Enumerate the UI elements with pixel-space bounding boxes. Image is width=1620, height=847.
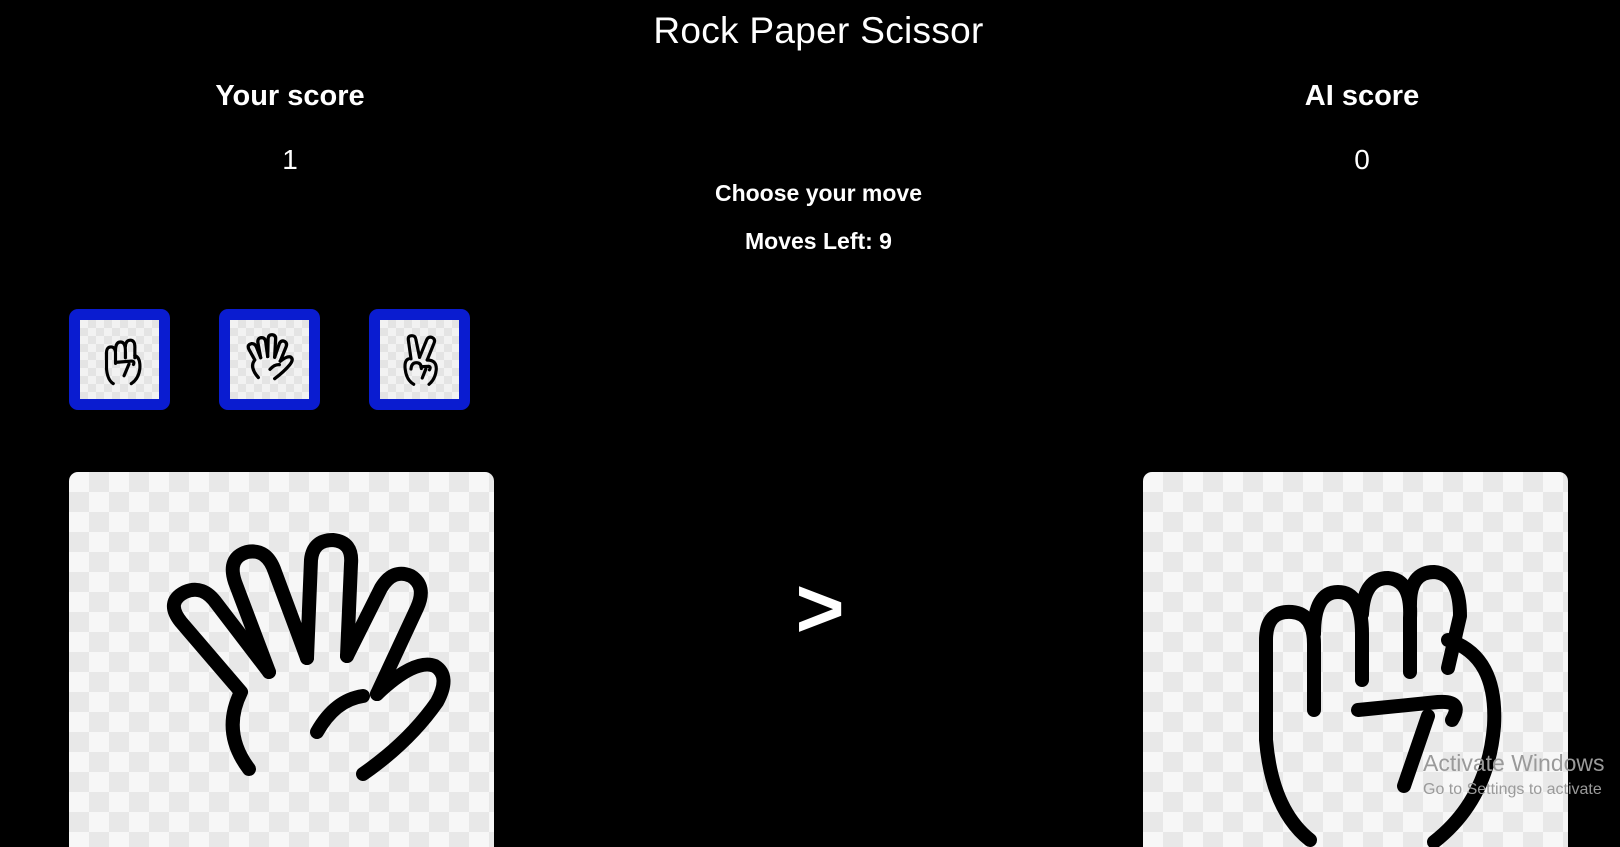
rock-button-face[interactable] [80, 320, 159, 399]
paper-button-face[interactable] [230, 320, 309, 399]
open-hand-icon [246, 332, 294, 380]
moves-left-counter: Moves Left: 9 [745, 228, 892, 254]
scissors-button[interactable] [369, 309, 470, 410]
page-title: Rock Paper Scissor [653, 10, 984, 51]
comparison-sign: > [795, 561, 845, 655]
scissors-button-face[interactable] [380, 320, 459, 399]
watermark-title: Activate Windows [1423, 750, 1605, 776]
ai-score-label: AI score [1304, 80, 1420, 112]
ai-score-value: 0 [1354, 144, 1370, 175]
rock-button[interactable] [69, 309, 170, 410]
victory-hand-icon [402, 333, 438, 386]
your-score-value: 1 [282, 144, 298, 175]
paper-button[interactable] [219, 309, 320, 410]
windows-activation-watermark: Activate Windows Go to Settings to activ… [1423, 750, 1605, 799]
fist-icon [104, 338, 141, 385]
player-choice-card [69, 472, 494, 847]
watermark-subtitle: Go to Settings to activate [1423, 781, 1602, 798]
choose-move-prompt: Choose your move [714, 180, 923, 206]
game-page: Rock Paper Scissor Your score 1 AI score… [0, 0, 1620, 847]
open-hand-icon [167, 533, 451, 781]
your-score-label: Your score [215, 80, 365, 112]
